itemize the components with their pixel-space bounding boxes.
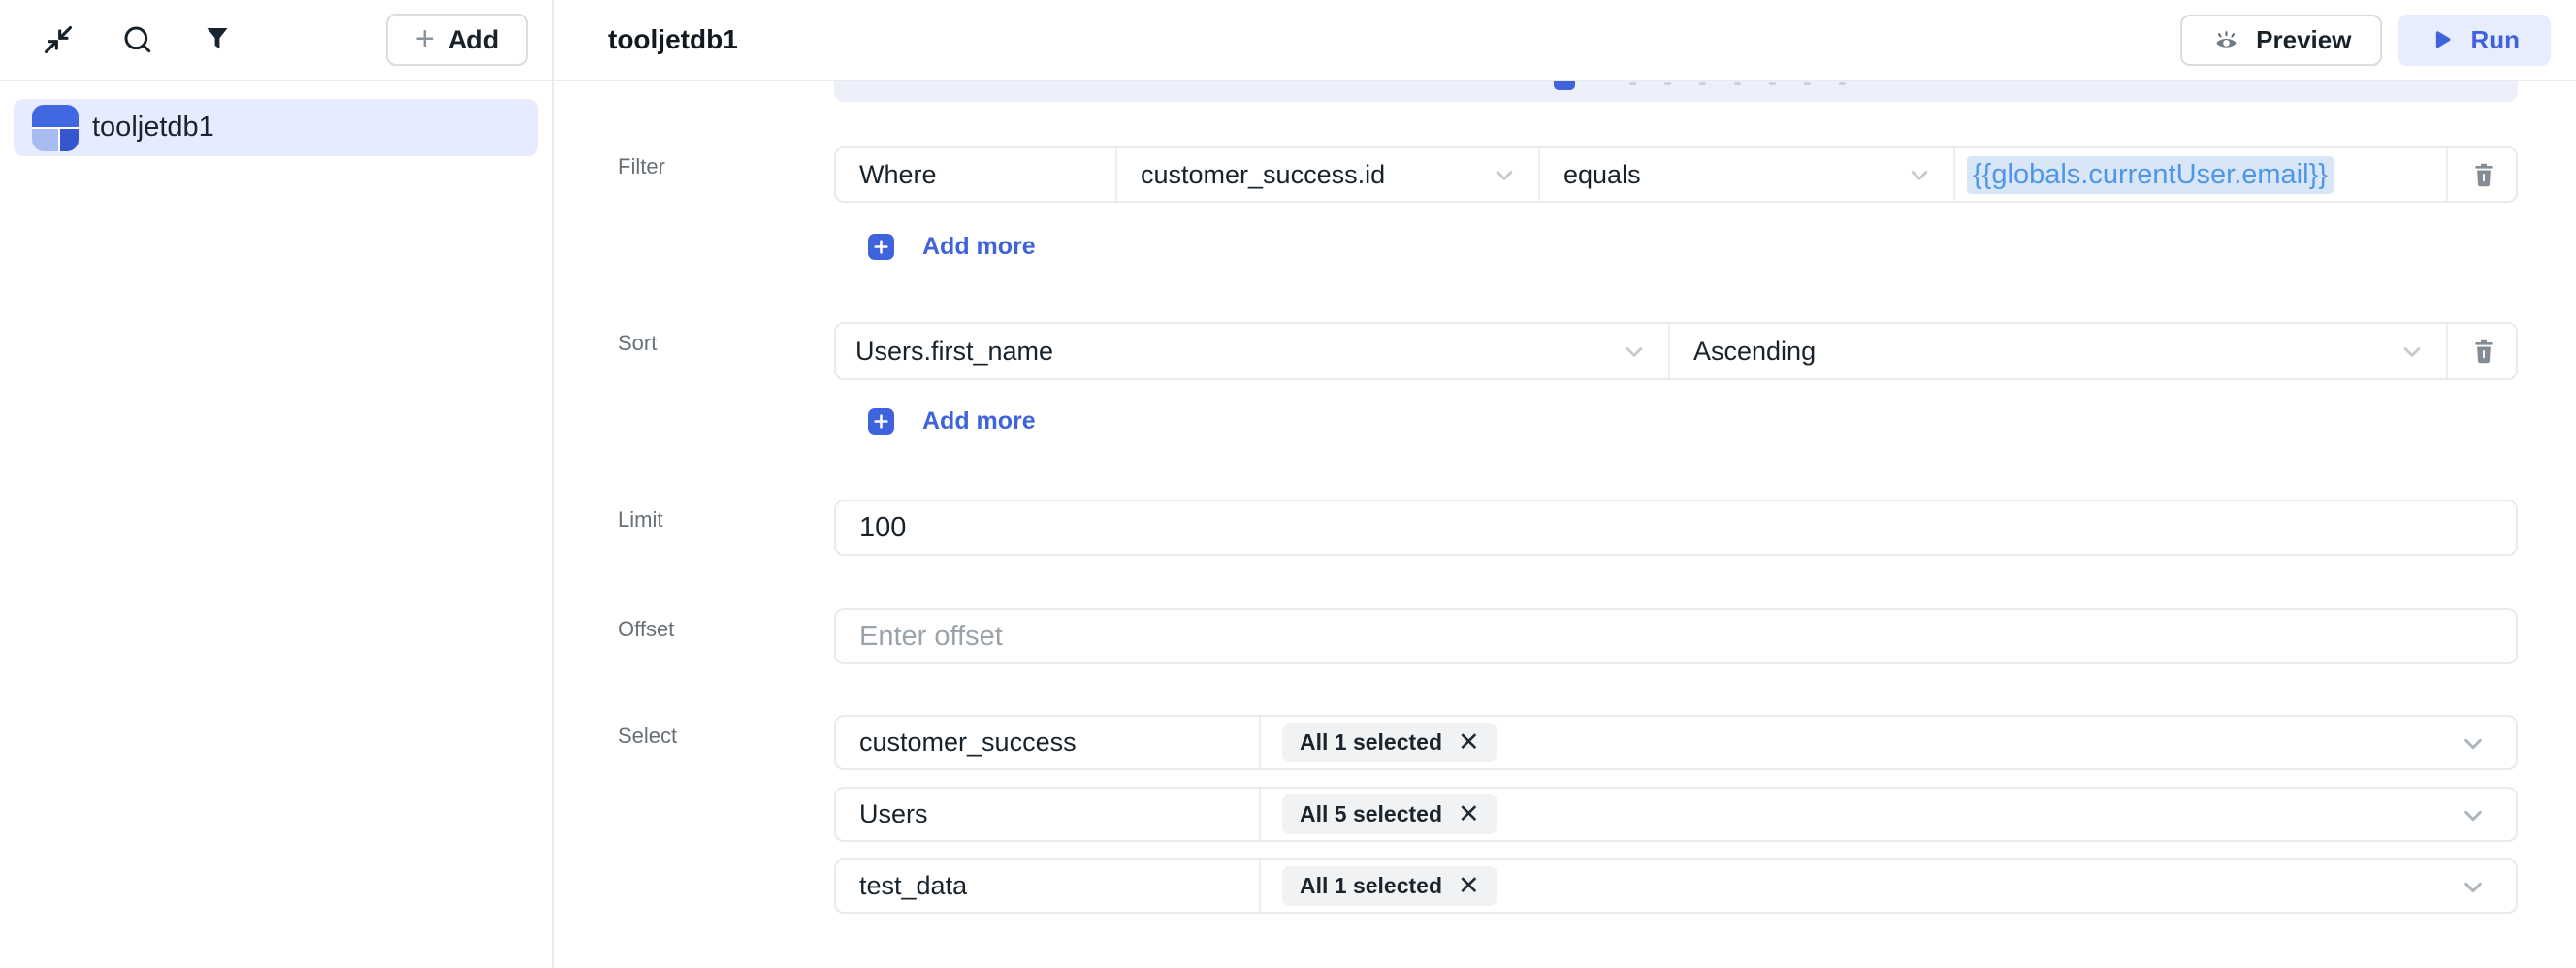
header-actions: Preview Run xyxy=(2180,15,2551,66)
chevron-down-icon xyxy=(2458,799,2489,830)
search-icon[interactable] xyxy=(116,18,159,61)
limit-label: Limit xyxy=(618,507,662,532)
clear-selection-icon[interactable]: ✕ xyxy=(1458,873,1480,899)
chevron-down-icon xyxy=(1905,160,1934,189)
chevron-down-icon xyxy=(1620,337,1649,366)
eye-icon xyxy=(2211,25,2241,55)
add-table-button[interactable]: + Add xyxy=(386,14,528,66)
trash-icon xyxy=(2471,336,2496,368)
sort-direction-value: Ascending xyxy=(1693,337,1816,367)
offset-label: Offset xyxy=(618,617,674,642)
badge-label: All 5 selected xyxy=(1300,801,1442,827)
preview-button[interactable]: Preview xyxy=(2180,15,2382,66)
select-table-name: customer_success xyxy=(836,717,1259,768)
preview-button-label: Preview xyxy=(2256,25,2351,55)
sidebar: + Add tooljetdb1 xyxy=(0,0,554,968)
selected-columns-badge: All 1 selected ✕ xyxy=(1282,723,1497,762)
selected-columns-badge: All 1 selected ✕ xyxy=(1282,866,1497,906)
offset-input[interactable] xyxy=(834,608,2518,664)
filter-delete-button[interactable] xyxy=(2446,148,2516,201)
filter-column-dropdown[interactable]: customer_success.id xyxy=(1115,148,1538,201)
run-button[interactable]: Run xyxy=(2398,15,2551,66)
select-columns-area: All 1 selected ✕ xyxy=(1259,860,2516,912)
checkbox-icon xyxy=(1554,81,1575,90)
main-panel: tooljetdb1 Preview xyxy=(554,0,2576,968)
chevron-down-icon xyxy=(2398,337,2427,366)
select-table-name: Users xyxy=(836,789,1259,840)
chevron-down-icon xyxy=(2458,727,2489,758)
table-icon xyxy=(32,105,79,151)
add-button-label: Add xyxy=(448,25,499,55)
sort-add-more-button[interactable]: Add more xyxy=(868,407,1036,436)
select-row-users[interactable]: Users All 5 selected ✕ xyxy=(834,787,2518,842)
clear-selection-icon[interactable]: ✕ xyxy=(1458,801,1480,827)
chevron-down-icon xyxy=(1490,160,1519,189)
select-table-name: test_data xyxy=(836,860,1259,912)
table-list: tooljetdb1 xyxy=(0,81,552,174)
badge-label: All 1 selected xyxy=(1300,873,1442,899)
plus-square-icon xyxy=(868,408,894,435)
trash-icon xyxy=(2471,159,2496,191)
filter-icon[interactable] xyxy=(196,18,239,61)
page-title: tooljetdb1 xyxy=(608,24,738,55)
filter-operator-dropdown[interactable]: equals xyxy=(1538,148,1953,201)
select-row-customer-success[interactable]: customer_success All 1 selected ✕ xyxy=(834,715,2518,770)
sidebar-item-tooljetdb1[interactable]: tooljetdb1 xyxy=(14,99,538,156)
filter-label: Filter xyxy=(618,154,665,179)
sort-direction-dropdown[interactable]: Ascending xyxy=(1668,324,2446,378)
sort-column-value: Users.first_name xyxy=(855,337,1053,367)
selected-columns-badge: All 5 selected ✕ xyxy=(1282,794,1497,834)
collapse-sidebar-icon[interactable] xyxy=(37,18,80,61)
run-button-label: Run xyxy=(2470,25,2520,55)
truncated-table-row xyxy=(834,81,2518,102)
chevron-down-icon xyxy=(2458,871,2489,902)
filter-operator-value: equals xyxy=(1563,160,1641,190)
plus-square-icon xyxy=(868,234,894,260)
filter-value-field[interactable]: {{globals.currentUser.email}} xyxy=(1953,148,2446,201)
sort-column-dropdown[interactable]: Users.first_name xyxy=(836,324,1668,378)
add-more-label: Add more xyxy=(922,233,1036,261)
play-icon xyxy=(2429,27,2455,53)
select-row-test-data[interactable]: test_data All 1 selected ✕ xyxy=(834,858,2518,914)
sort-row: Users.first_name Ascending xyxy=(834,322,2518,380)
query-builder: Filter Where customer_success.id equals xyxy=(554,81,2576,968)
select-columns-area: All 5 selected ✕ xyxy=(1259,789,2516,840)
tooljet-database-app: + Add tooljetdb1 tooljetdb1 xyxy=(0,0,2576,968)
plus-icon: + xyxy=(415,22,435,55)
select-label: Select xyxy=(618,724,677,749)
main-header: tooljetdb1 Preview xyxy=(554,0,2576,81)
badge-label: All 1 selected xyxy=(1300,729,1442,756)
sidebar-header: + Add xyxy=(0,0,552,81)
filter-column-value: customer_success.id xyxy=(1141,160,1385,190)
select-columns-area: All 1 selected ✕ xyxy=(1259,717,2516,768)
filter-add-more-button[interactable]: Add more xyxy=(868,233,1036,261)
table-name: tooljetdb1 xyxy=(92,112,214,144)
filter-value-code[interactable]: {{globals.currentUser.email}} xyxy=(1967,156,2334,194)
limit-input[interactable] xyxy=(834,500,2518,556)
sort-label: Sort xyxy=(618,331,657,356)
filter-row: Where customer_success.id equals {{globa… xyxy=(834,146,2518,203)
sort-delete-button[interactable] xyxy=(2446,324,2516,378)
clear-selection-icon[interactable]: ✕ xyxy=(1458,729,1480,756)
filter-where-cell: Where xyxy=(836,148,1115,201)
add-more-label: Add more xyxy=(922,407,1036,436)
